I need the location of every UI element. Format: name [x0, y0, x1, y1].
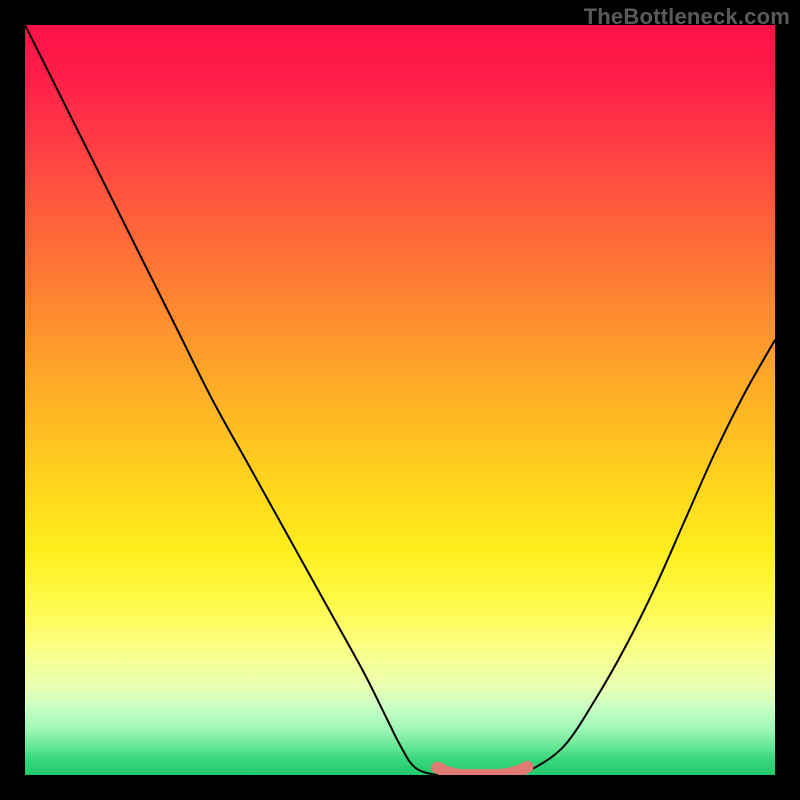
chart-root: TheBottleneck.com — [0, 0, 800, 800]
bottleneck-curve-line — [25, 25, 775, 775]
curve-layer — [25, 25, 775, 775]
watermark-text: TheBottleneck.com — [584, 4, 790, 30]
plot-area — [25, 25, 775, 775]
optimal-band-line — [438, 767, 528, 775]
